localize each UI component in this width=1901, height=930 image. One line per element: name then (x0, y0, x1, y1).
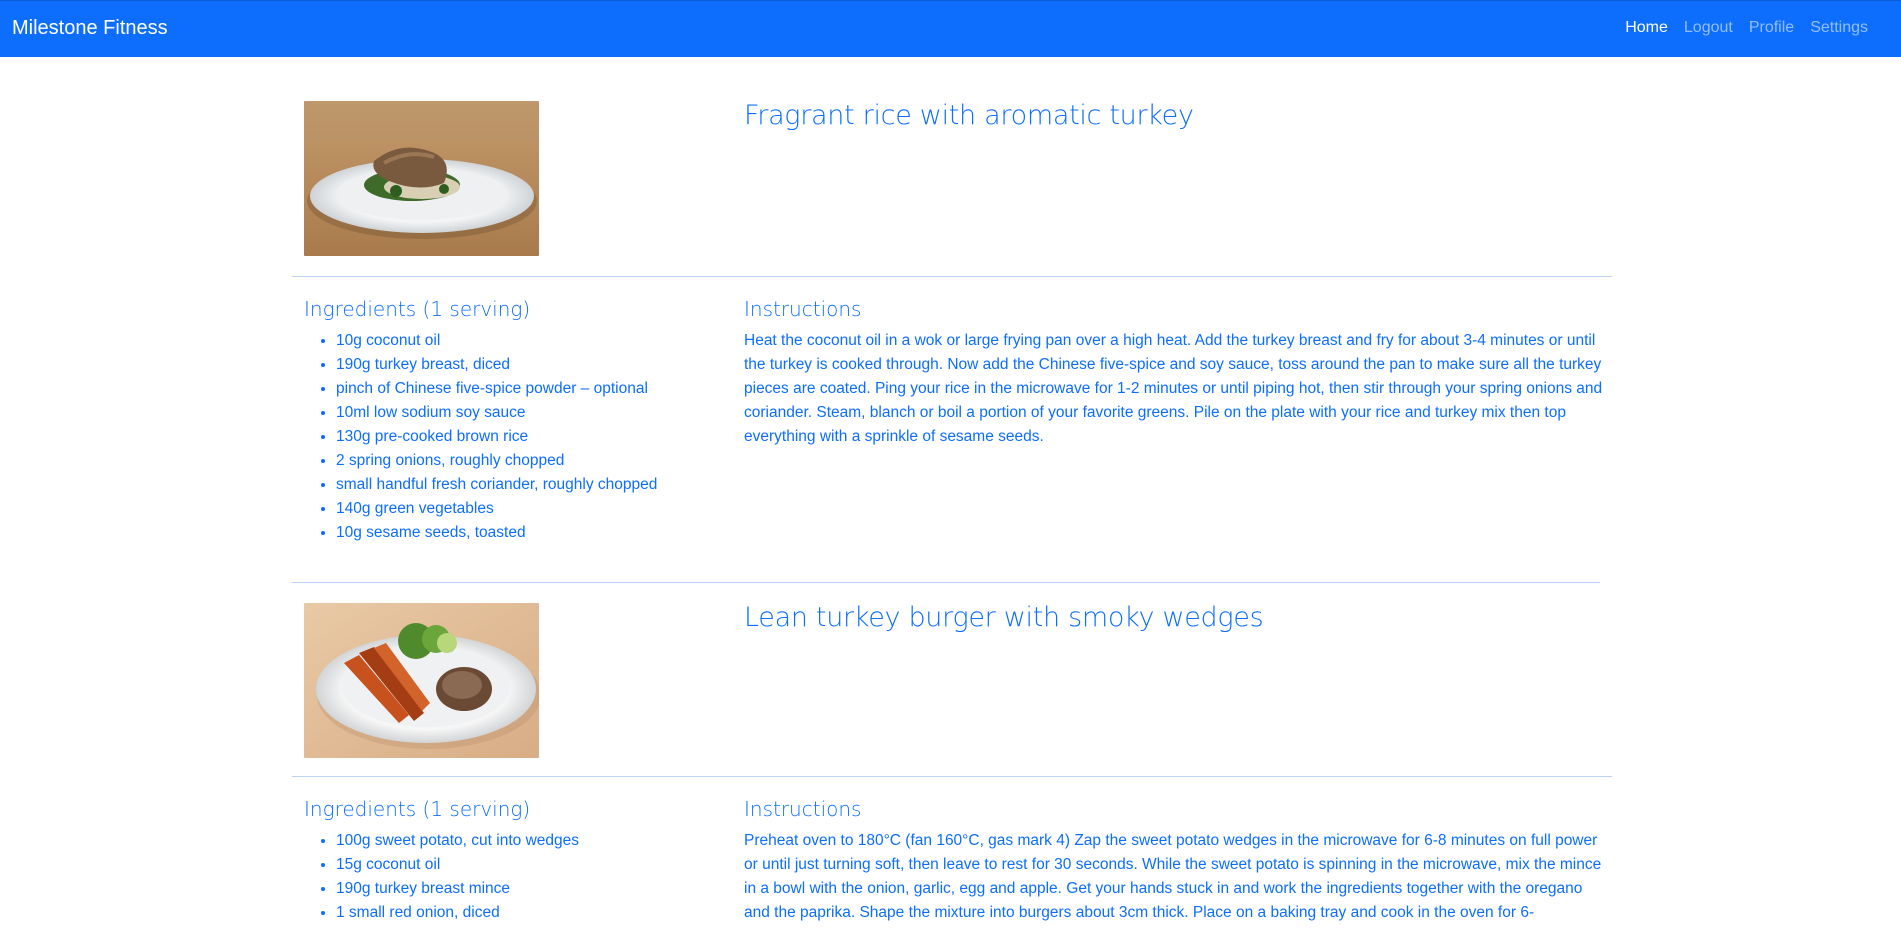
nav-link-logout[interactable]: Logout (1684, 19, 1733, 37)
divider (292, 776, 1612, 777)
list-item: 190g turkey breast mince (336, 877, 579, 901)
list-item: 140g green vegetables (336, 497, 657, 521)
recipe-image (304, 603, 539, 758)
recipe-title: Fragrant rice with aromatic turkey (744, 100, 1194, 131)
list-item: pinch of Chinese five-spice powder – opt… (336, 377, 657, 401)
ingredients-list: 100g sweet potato, cut into wedges 15g c… (304, 829, 579, 925)
instructions-heading: Instructions (744, 297, 862, 321)
list-item: small handful fresh coriander, roughly c… (336, 473, 657, 497)
list-item: 10g coconut oil (336, 329, 657, 353)
nav-link-settings[interactable]: Settings (1810, 19, 1868, 37)
list-item: 130g pre-cooked brown rice (336, 425, 657, 449)
recipe-image (304, 101, 539, 256)
list-item: 190g turkey breast, diced (336, 353, 657, 377)
list-item: 2 spring onions, roughly chopped (336, 449, 657, 473)
divider (292, 582, 1600, 583)
instructions-heading: Instructions (744, 797, 862, 821)
list-item: 10g sesame seeds, toasted (336, 521, 657, 545)
nav-links: Home Logout Profile Settings (1625, 19, 1868, 37)
nav-link-profile[interactable]: Profile (1749, 19, 1794, 37)
list-item: 100g sweet potato, cut into wedges (336, 829, 579, 853)
instructions-text: Heat the coconut oil in a wok or large f… (744, 332, 1603, 445)
ingredients-list: 10g coconut oil 190g turkey breast, dice… (304, 329, 657, 545)
ingredients-heading: Ingredients (1 serving) (304, 797, 531, 821)
divider (292, 276, 1612, 277)
list-item: 1 small red onion, diced (336, 901, 579, 925)
brand-link[interactable]: Milestone Fitness (12, 17, 168, 40)
list-item: 10ml low sodium soy sauce (336, 401, 657, 425)
nav-link-home[interactable]: Home (1625, 19, 1668, 37)
recipe-title: Lean turkey burger with smoky wedges (744, 602, 1264, 633)
instructions-text: Preheat oven to 180°C (fan 160°C, gas ma… (744, 832, 1602, 921)
navbar: Milestone Fitness Home Logout Profile Se… (0, 0, 1901, 57)
ingredients-heading: Ingredients (1 serving) (304, 297, 531, 321)
list-item: 15g coconut oil (336, 853, 579, 877)
